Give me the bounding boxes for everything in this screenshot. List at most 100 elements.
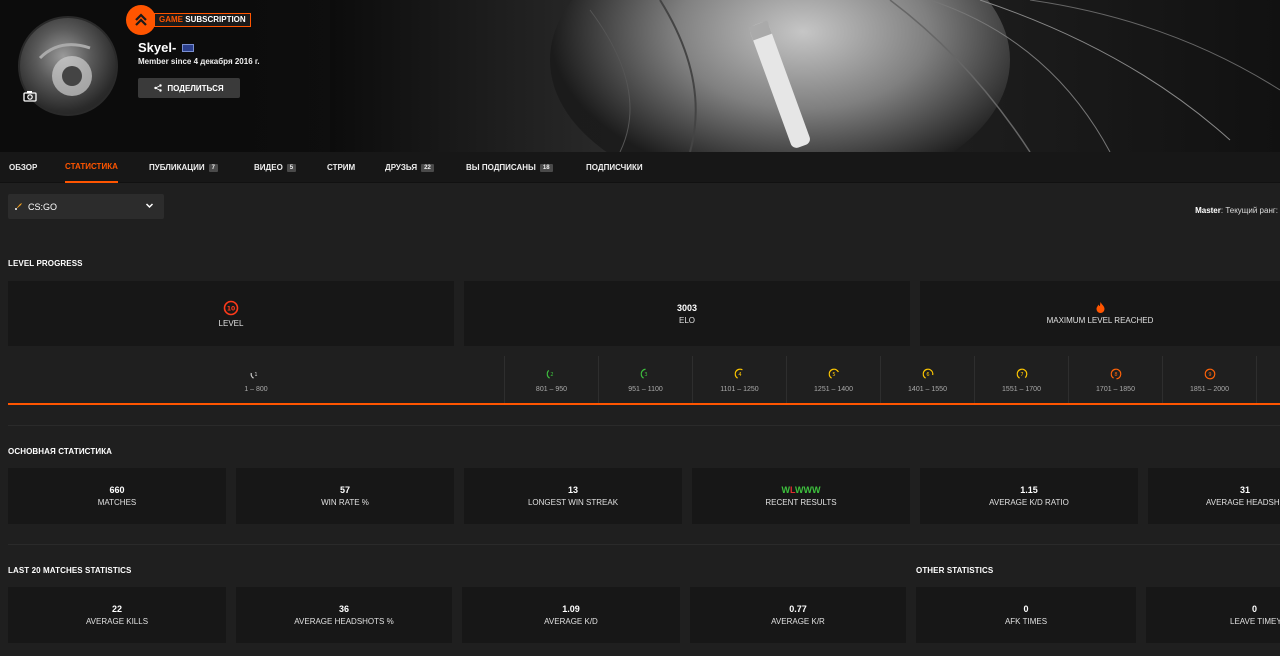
tab-label: ВЫ ПОДПИСАНЫ: [466, 163, 536, 172]
level-5-icon: 5: [828, 368, 839, 379]
level-number: 10: [227, 305, 235, 312]
tab-label: ПУБЛИКАЦИИ: [149, 163, 205, 172]
level-segment: 3 951 – 1100: [599, 356, 693, 404]
tab-following[interactable]: ВЫ ПОДПИСАНЫ 18: [466, 152, 553, 183]
country-flag-icon: [182, 43, 195, 52]
profile-tabs: ОБЗОР СТАТИСТИКА ПУБЛИКАЦИИ 7 ВИДЕО 5 СТРИ…: [0, 152, 1280, 183]
max-level-card: MAXIMUM LEVEL REACHED: [920, 281, 1280, 346]
username-row: Skyel-: [138, 40, 195, 55]
stat-value: 0.77: [789, 604, 807, 614]
level-number: 3: [644, 372, 647, 378]
level-card: 10 LEVEL: [8, 281, 454, 346]
stat-kd-ratio: 1.15 AVERAGE K/D RATIO: [920, 468, 1138, 524]
elo-value: 3003: [676, 302, 698, 313]
result-win: W: [803, 485, 813, 495]
result-win: W: [812, 485, 821, 495]
stat-label: AVERAGE K/D: [544, 617, 598, 626]
rank-tier: Master: [1195, 206, 1221, 215]
divider: [8, 544, 1280, 545]
stat-value: 57: [339, 485, 350, 495]
stat-longest-streak: 13 LONGEST WIN STREAK: [464, 468, 682, 524]
stat-value: 0: [1252, 604, 1258, 614]
level-3-icon: 3: [640, 368, 651, 379]
level-range: 951 – 1100: [628, 385, 663, 393]
level-number: 6: [926, 372, 929, 378]
result-win: W: [795, 485, 804, 495]
level-number: 1: [254, 372, 257, 378]
stat-label: RECENT RESULTS: [765, 498, 837, 507]
stat-recent-results: WLWWW RECENT RESULTS: [692, 468, 910, 524]
stat-leave-times: 0 LEAVE TIMEY: [1146, 587, 1280, 643]
tab-label: ДРУЗЬЯ: [385, 163, 418, 172]
camera-icon[interactable]: [23, 90, 37, 102]
flame-icon: [1096, 302, 1104, 313]
stat-value: 660: [109, 485, 125, 495]
level-number: 7: [1020, 372, 1023, 378]
level-number: 8: [1114, 372, 1117, 378]
member-since: Member since 4 декабря 2016 г.: [138, 57, 260, 66]
level-number: 9: [1208, 372, 1211, 378]
level-segment: 8 1701 – 1850: [1069, 356, 1163, 404]
stat-average-kr: 0.77 AVERAGE K/R: [690, 587, 906, 643]
stat-label: WIN RATE %: [321, 498, 369, 507]
stat-average-headshots: 36 AVERAGE HEADSHOTS %: [236, 587, 452, 643]
elo-card: 3003 ELO: [464, 281, 910, 346]
max-level-label: MAXIMUM LEVEL REACHED: [1046, 316, 1154, 325]
stat-label: MATCHES: [97, 498, 137, 507]
username: Skyel-: [138, 40, 177, 55]
stat-average-kills: 22 AVERAGE KILLS: [8, 587, 226, 643]
stat-value: 1.09: [562, 604, 580, 614]
stat-label: LEAVE TIMEY: [1230, 617, 1280, 626]
tab-label: СТРИМ: [327, 163, 356, 172]
elo-label: ELO: [678, 315, 695, 325]
stat-label: AVERAGE K/D RATIO: [989, 498, 1069, 507]
stat-value: 1.15: [1020, 485, 1038, 495]
profile-banner: GAME SUBSCRIPTION Skyel- Member since 4 …: [0, 0, 1280, 152]
stat-label: LONGEST WIN STREAK: [527, 498, 619, 507]
level-range: 1251 – 1400: [814, 385, 853, 393]
tab-statistics[interactable]: СТАТИСТИКА: [65, 152, 118, 183]
recent-results-value: WLWWW: [781, 485, 820, 495]
level-6-icon: 6: [922, 368, 933, 379]
subscription-badge[interactable]: GAME SUBSCRIPTION: [126, 5, 251, 35]
level-segment: 2 801 – 950: [505, 356, 599, 404]
stat-value: 22: [111, 604, 122, 614]
game-select[interactable]: CS:GO: [8, 194, 164, 219]
share-button[interactable]: ПОДЕЛИТЬСЯ: [138, 78, 240, 98]
level-segment: 9 1851 – 2000: [1163, 356, 1257, 404]
stat-value: 0: [1023, 604, 1029, 614]
rank-label: : Текущий ранг:: [1220, 206, 1278, 215]
level-label: LEVEL: [218, 318, 244, 328]
csgo-icon: [15, 203, 22, 210]
level-progress-bar: [8, 403, 1280, 405]
level-4-icon: 4: [734, 368, 745, 379]
stat-afk-times: 0 AFK TIMES: [916, 587, 1136, 643]
level-2-icon: 2: [546, 368, 557, 379]
tab-count-badge: 5: [286, 163, 297, 172]
stat-label: AVERAGE K/R: [771, 617, 825, 626]
tab-count-badge: 18: [539, 163, 553, 172]
level-range: 1551 – 1700: [1002, 385, 1041, 393]
level-range: 1701 – 1850: [1096, 385, 1135, 393]
tab-label: ВИДЕО: [254, 163, 283, 172]
result-win: W: [781, 485, 790, 495]
divider: [8, 425, 1280, 426]
tab-overview[interactable]: ОБЗОР: [9, 152, 37, 183]
tab-stream[interactable]: СТРИМ: [327, 152, 355, 183]
subscription-logo-icon: [126, 5, 156, 35]
tab-friends[interactable]: ДРУЗЬЯ 22: [385, 152, 434, 183]
banner-image: [330, 0, 1280, 152]
stat-label: AVERAGE HEADSHOTS %: [294, 617, 394, 626]
stat-average-kd: 1.09 AVERAGE K/D: [462, 587, 680, 643]
chevron-down-icon: [145, 203, 154, 209]
level-7-icon: 7: [1016, 368, 1027, 379]
tab-count-badge: 7: [208, 163, 218, 172]
tab-videos[interactable]: ВИДЕО 5: [254, 152, 297, 183]
level-progress-title: LEVEL PROGRESS: [8, 259, 83, 268]
other-stats-title: OTHER STATISTICS: [916, 566, 994, 575]
level-range: 801 – 950: [535, 385, 568, 393]
tab-publications[interactable]: ПУБЛИКАЦИИ 7: [149, 152, 218, 183]
level-1-icon: 1: [250, 368, 262, 379]
tab-followers[interactable]: ПОДПИСЧИКИ: [586, 152, 643, 183]
share-label: ПОДЕЛИТЬСЯ: [167, 83, 224, 93]
